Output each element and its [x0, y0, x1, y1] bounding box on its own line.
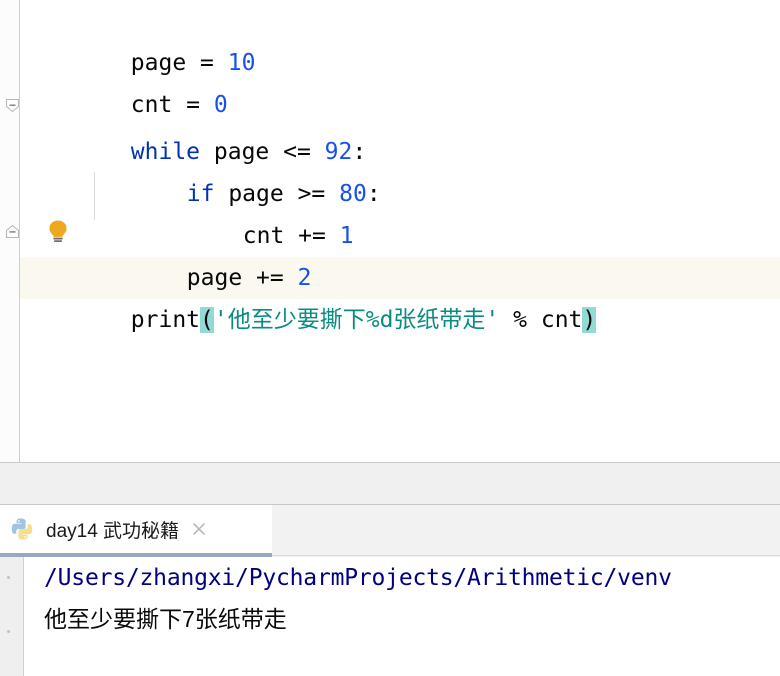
fold-marker-block-end[interactable]	[5, 224, 20, 239]
run-tab-label: day14 武功秘籍	[46, 520, 180, 542]
code-line-active[interactable]: print('他至少要撕下%d张纸带走' % cnt)	[20, 257, 780, 333]
code-line[interactable]: if page >= 80:	[20, 131, 780, 207]
code-line[interactable]: cnt = 0	[20, 42, 780, 118]
console-line-path: /Users/zhangxi/PycharmProjects/Arithmeti…	[44, 565, 672, 591]
console-line-output: 他至少要撕下7张纸带走	[44, 606, 287, 632]
code-text-area[interactable]: page = 10 cnt = 0 while page <= 92: if p…	[20, 0, 780, 462]
code-line[interactable]: while page <= 92:	[20, 89, 780, 165]
console-gutter	[0, 557, 24, 676]
tab-strip-divider	[272, 555, 780, 556]
run-tab-day14[interactable]: day14 武功秘籍	[0, 505, 272, 553]
code-token-paren-open: (	[200, 307, 214, 333]
code-token-function: print	[130, 307, 201, 333]
close-icon[interactable]	[190, 520, 208, 538]
fold-marker-while[interactable]	[5, 98, 20, 113]
code-token-string: '他至少要撕下%d张纸带走'	[213, 307, 500, 333]
code-token-paren-close: )	[582, 307, 597, 333]
pycharm-window: page = 10 cnt = 0 while page <= 92: if p…	[0, 0, 780, 676]
code-editor[interactable]: page = 10 cnt = 0 while page <= 92: if p…	[0, 0, 780, 462]
console-body[interactable]: /Users/zhangxi/PycharmProjects/Arithmeti…	[25, 557, 780, 676]
code-line[interactable]: page = 10	[20, 0, 780, 76]
code-token: cnt	[527, 307, 583, 333]
code-line[interactable]: page += 2	[20, 215, 780, 291]
run-tab-strip: day14 武功秘籍	[0, 505, 780, 557]
python-logo-icon	[10, 517, 34, 541]
editor-console-splitter[interactable]	[0, 462, 780, 505]
console-output-panel[interactable]: /Users/zhangxi/PycharmProjects/Arithmeti…	[0, 557, 780, 676]
code-token: %	[513, 307, 527, 333]
run-tool-window: day14 武功秘籍 /Users/zhangxi/PycharmProject…	[0, 505, 780, 676]
code-line[interactable]: cnt += 1	[20, 173, 780, 249]
